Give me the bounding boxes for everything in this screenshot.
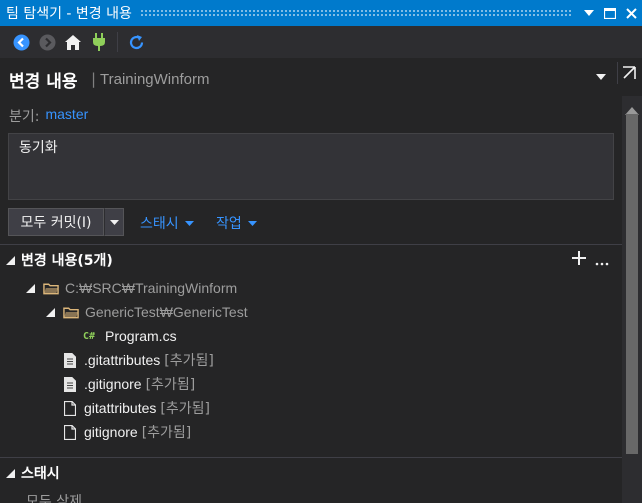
actions-label: 작업 <box>216 216 242 232</box>
stash-header-label: 스태시 <box>21 466 60 482</box>
maximize-icon[interactable] <box>600 3 620 23</box>
expand-icon[interactable] <box>26 283 35 293</box>
changes-section-header[interactable]: 변경 내용(5개) <box>6 250 113 270</box>
changes-header-label: 변경 내용(5개) <box>21 253 113 269</box>
folder-path: GenericTest₩GenericTest <box>85 304 248 320</box>
home-icon[interactable] <box>60 29 86 55</box>
section-divider <box>0 457 622 458</box>
undock-icon[interactable] <box>617 62 639 84</box>
section-divider <box>0 244 622 245</box>
refresh-icon[interactable] <box>123 29 149 55</box>
folder-icon <box>43 280 59 296</box>
repository-name[interactable]: TrainingWinform <box>100 71 209 88</box>
title-separator: | <box>91 70 97 88</box>
stash-dropdown-icon <box>184 220 194 226</box>
collapse-icon <box>6 468 15 478</box>
connect-icon[interactable] <box>86 29 112 55</box>
stash-link[interactable]: 스태시 <box>140 213 194 233</box>
file-name: .gitignore <box>84 376 142 392</box>
folder-path: C:₩SRC₩TrainingWinform <box>65 280 238 296</box>
title-bar: 팀 탐색기 - 변경 내용 <box>0 0 642 26</box>
page-header: 변경 내용 | TrainingWinform <box>0 58 642 96</box>
file-name: gitignore <box>84 424 138 440</box>
file-status: [추가됨] <box>141 425 192 441</box>
tree-folder-sub[interactable]: GenericTest₩GenericTest <box>46 301 248 323</box>
back-icon[interactable] <box>8 29 34 55</box>
tree-file-item[interactable]: gitignore [추가됨] <box>62 421 191 443</box>
file-status: [추가됨] <box>145 377 196 393</box>
toolbar-separator <box>117 32 118 52</box>
forward-icon[interactable] <box>34 29 60 55</box>
changes-actions <box>571 250 609 270</box>
tree-folder-root[interactable]: C:₩SRC₩TrainingWinform <box>26 277 237 299</box>
vertical-scrollbar[interactable] <box>622 96 642 503</box>
plus-icon[interactable] <box>571 250 587 270</box>
commit-dropdown-button[interactable] <box>104 208 124 236</box>
file-name: Program.cs <box>105 328 177 344</box>
text-file-icon <box>62 376 78 392</box>
title-bar-grip[interactable] <box>139 9 571 17</box>
file-status: [추가됨] <box>164 353 214 369</box>
csharp-file-icon: C# <box>83 330 96 342</box>
tree-file-item[interactable]: .gitattributes [추가됨] <box>62 349 214 371</box>
actions-link[interactable]: 작업 <box>216 213 257 233</box>
scrollbar-thumb[interactable] <box>626 114 638 454</box>
ellipsis-icon[interactable] <box>595 251 609 270</box>
file-status: [추가됨] <box>160 401 210 417</box>
branch-label: 분기: <box>9 109 40 125</box>
commit-message-input[interactable]: 동기화 <box>8 133 614 200</box>
file-name: gitattributes <box>84 400 157 416</box>
folder-icon <box>63 304 79 320</box>
close-icon[interactable] <box>621 3 641 23</box>
branch-info: 분기: master <box>9 106 88 126</box>
file-icon <box>62 400 78 416</box>
commit-all-button[interactable]: 모두 커밋(I) <box>8 208 104 236</box>
window-title: 팀 탐색기 - 변경 내용 <box>6 6 132 22</box>
toolbar <box>0 26 642 58</box>
actions-dropdown-icon <box>247 220 257 226</box>
text-file-icon <box>62 352 78 368</box>
collapse-icon <box>6 255 15 265</box>
stash-label: 스태시 <box>140 216 179 232</box>
stash-section-header[interactable]: 스태시 <box>6 463 60 483</box>
page-title: 변경 내용 <box>9 72 78 92</box>
header-dropdown-icon[interactable] <box>594 70 608 84</box>
chevron-down-icon <box>109 219 119 225</box>
dropdown-icon[interactable] <box>579 3 599 23</box>
branch-link[interactable]: master <box>45 106 88 126</box>
delete-all-link[interactable]: 모두 삭제 <box>26 491 82 503</box>
file-icon <box>62 424 78 440</box>
tree-file-item[interactable]: C# Program.cs <box>83 325 177 347</box>
tree-file-item[interactable]: .gitignore [추가됨] <box>62 373 195 395</box>
file-name: .gitattributes <box>84 352 161 368</box>
expand-icon[interactable] <box>46 307 55 317</box>
tree-file-item[interactable]: gitattributes [추가됨] <box>62 397 210 419</box>
